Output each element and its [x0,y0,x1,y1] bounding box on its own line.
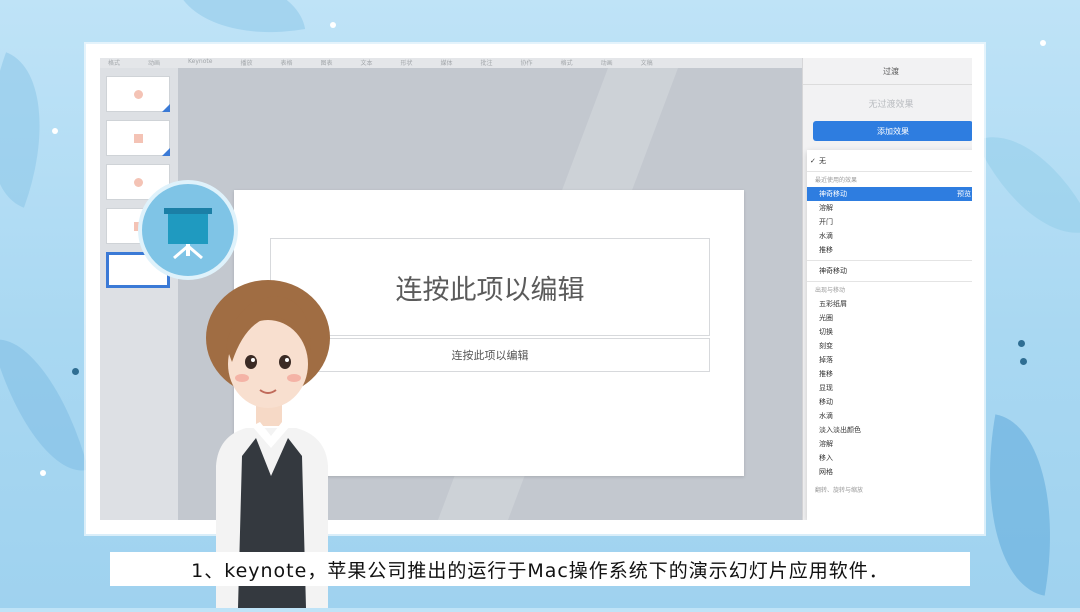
toolbar-item[interactable]: 媒体 [441,58,453,68]
menu-item[interactable]: 推移 [807,243,972,257]
toolbar-item[interactable]: 动画 [148,58,160,68]
no-transition-text: 无过渡效果 [868,99,914,110]
menu-item-none[interactable]: ✓ 无 [807,154,972,168]
subtitle-caption: 1、keynote，苹果公司推出的运行于Mac操作系统下的演示幻灯片应用软件． [110,552,970,586]
menu-item[interactable]: 五彩纸屑 [807,297,972,311]
snowflake-dot [1018,340,1025,347]
toolbar-item[interactable]: 文稿 [641,58,653,68]
decorative-leaf [0,324,89,486]
toolbar-item[interactable]: 表格 [280,58,292,68]
snowflake-dot [72,368,79,375]
toolbar-item[interactable]: 文本 [360,58,372,68]
menu-item[interactable]: 溶解 [807,201,972,215]
menu-item[interactable]: 光圈 [807,311,972,325]
menu-item[interactable]: 显现 [807,381,972,395]
presentation-board-icon [138,180,238,280]
effect-dropdown-menu: ✓ 无 最近使用的效果 神奇移动 预览 溶解 开门 水滴 推移 神奇移动 出现与… [807,150,972,520]
menu-section-recent: 最近使用的效果 [815,177,858,184]
add-effect-button[interactable]: 添加效果 [813,121,972,141]
snowflake-dot [330,22,336,28]
menu-item[interactable]: 切换 [807,325,972,339]
menu-item[interactable]: 水滴 [807,409,972,423]
snowflake-dot [40,470,46,476]
menu-item[interactable]: 淡入淡出颜色 [807,423,972,437]
decorative-leaf [975,111,1080,259]
toolbar-item[interactable]: 格式 [108,58,120,68]
slide-thumbnail[interactable] [106,76,170,112]
decorative-leaf [174,0,306,50]
menu-item-label: 无 [819,157,826,165]
menu-item[interactable]: 移动 [807,395,972,409]
menu-item[interactable]: 网格 [807,465,972,479]
tab-transition[interactable]: 过渡 [803,58,972,85]
toolbar-item[interactable]: 播放 [240,58,252,68]
menu-separator [807,171,972,172]
toolbar-item[interactable]: 动画 [601,58,613,68]
toolbar-item[interactable]: 批注 [481,58,493,68]
toolbar-item[interactable]: Keynote [188,58,212,68]
checkmark-icon: ✓ [810,157,816,165]
menu-item-magic-move[interactable]: 神奇移动 [807,264,972,278]
menu-section-appear: 出现与移动 [815,287,846,294]
menu-item[interactable]: 溶解 [807,437,972,451]
menu-item[interactable]: 移入 [807,451,972,465]
menu-item[interactable]: 掉落 [807,353,972,367]
menu-section-bottom: 翻转、旋转与缩放 [815,487,864,494]
menu-item[interactable]: 水滴 [807,229,972,243]
toolbar-item[interactable]: 形状 [401,58,413,68]
toolbar-item[interactable]: 格式 [561,58,573,68]
slide-navigator [100,68,178,520]
menu-item[interactable]: 刻变 [807,339,972,353]
menu-item[interactable]: 推移 [807,367,972,381]
toolbar-item[interactable]: 协作 [521,58,533,68]
menu-separator [807,260,972,261]
menu-item[interactable]: 神奇移动 预览 [807,187,972,201]
transition-inspector: 过渡 无过渡效果 添加效果 ✓ 无 最近使用的效果 神奇移动 预览 溶解 开门 … [802,58,972,520]
decorative-leaf [0,52,72,208]
toolbar-item[interactable]: 图表 [320,58,332,68]
slide-thumbnail[interactable] [106,120,170,156]
snowflake-dot [1020,358,1027,365]
menu-item-label: 神奇移动 [819,190,847,198]
menu-item[interactable]: 开门 [807,215,972,229]
menu-separator [807,281,972,282]
snowflake-dot [52,128,58,134]
preview-label[interactable]: 预览 [957,187,971,201]
snowflake-dot [1040,40,1046,46]
